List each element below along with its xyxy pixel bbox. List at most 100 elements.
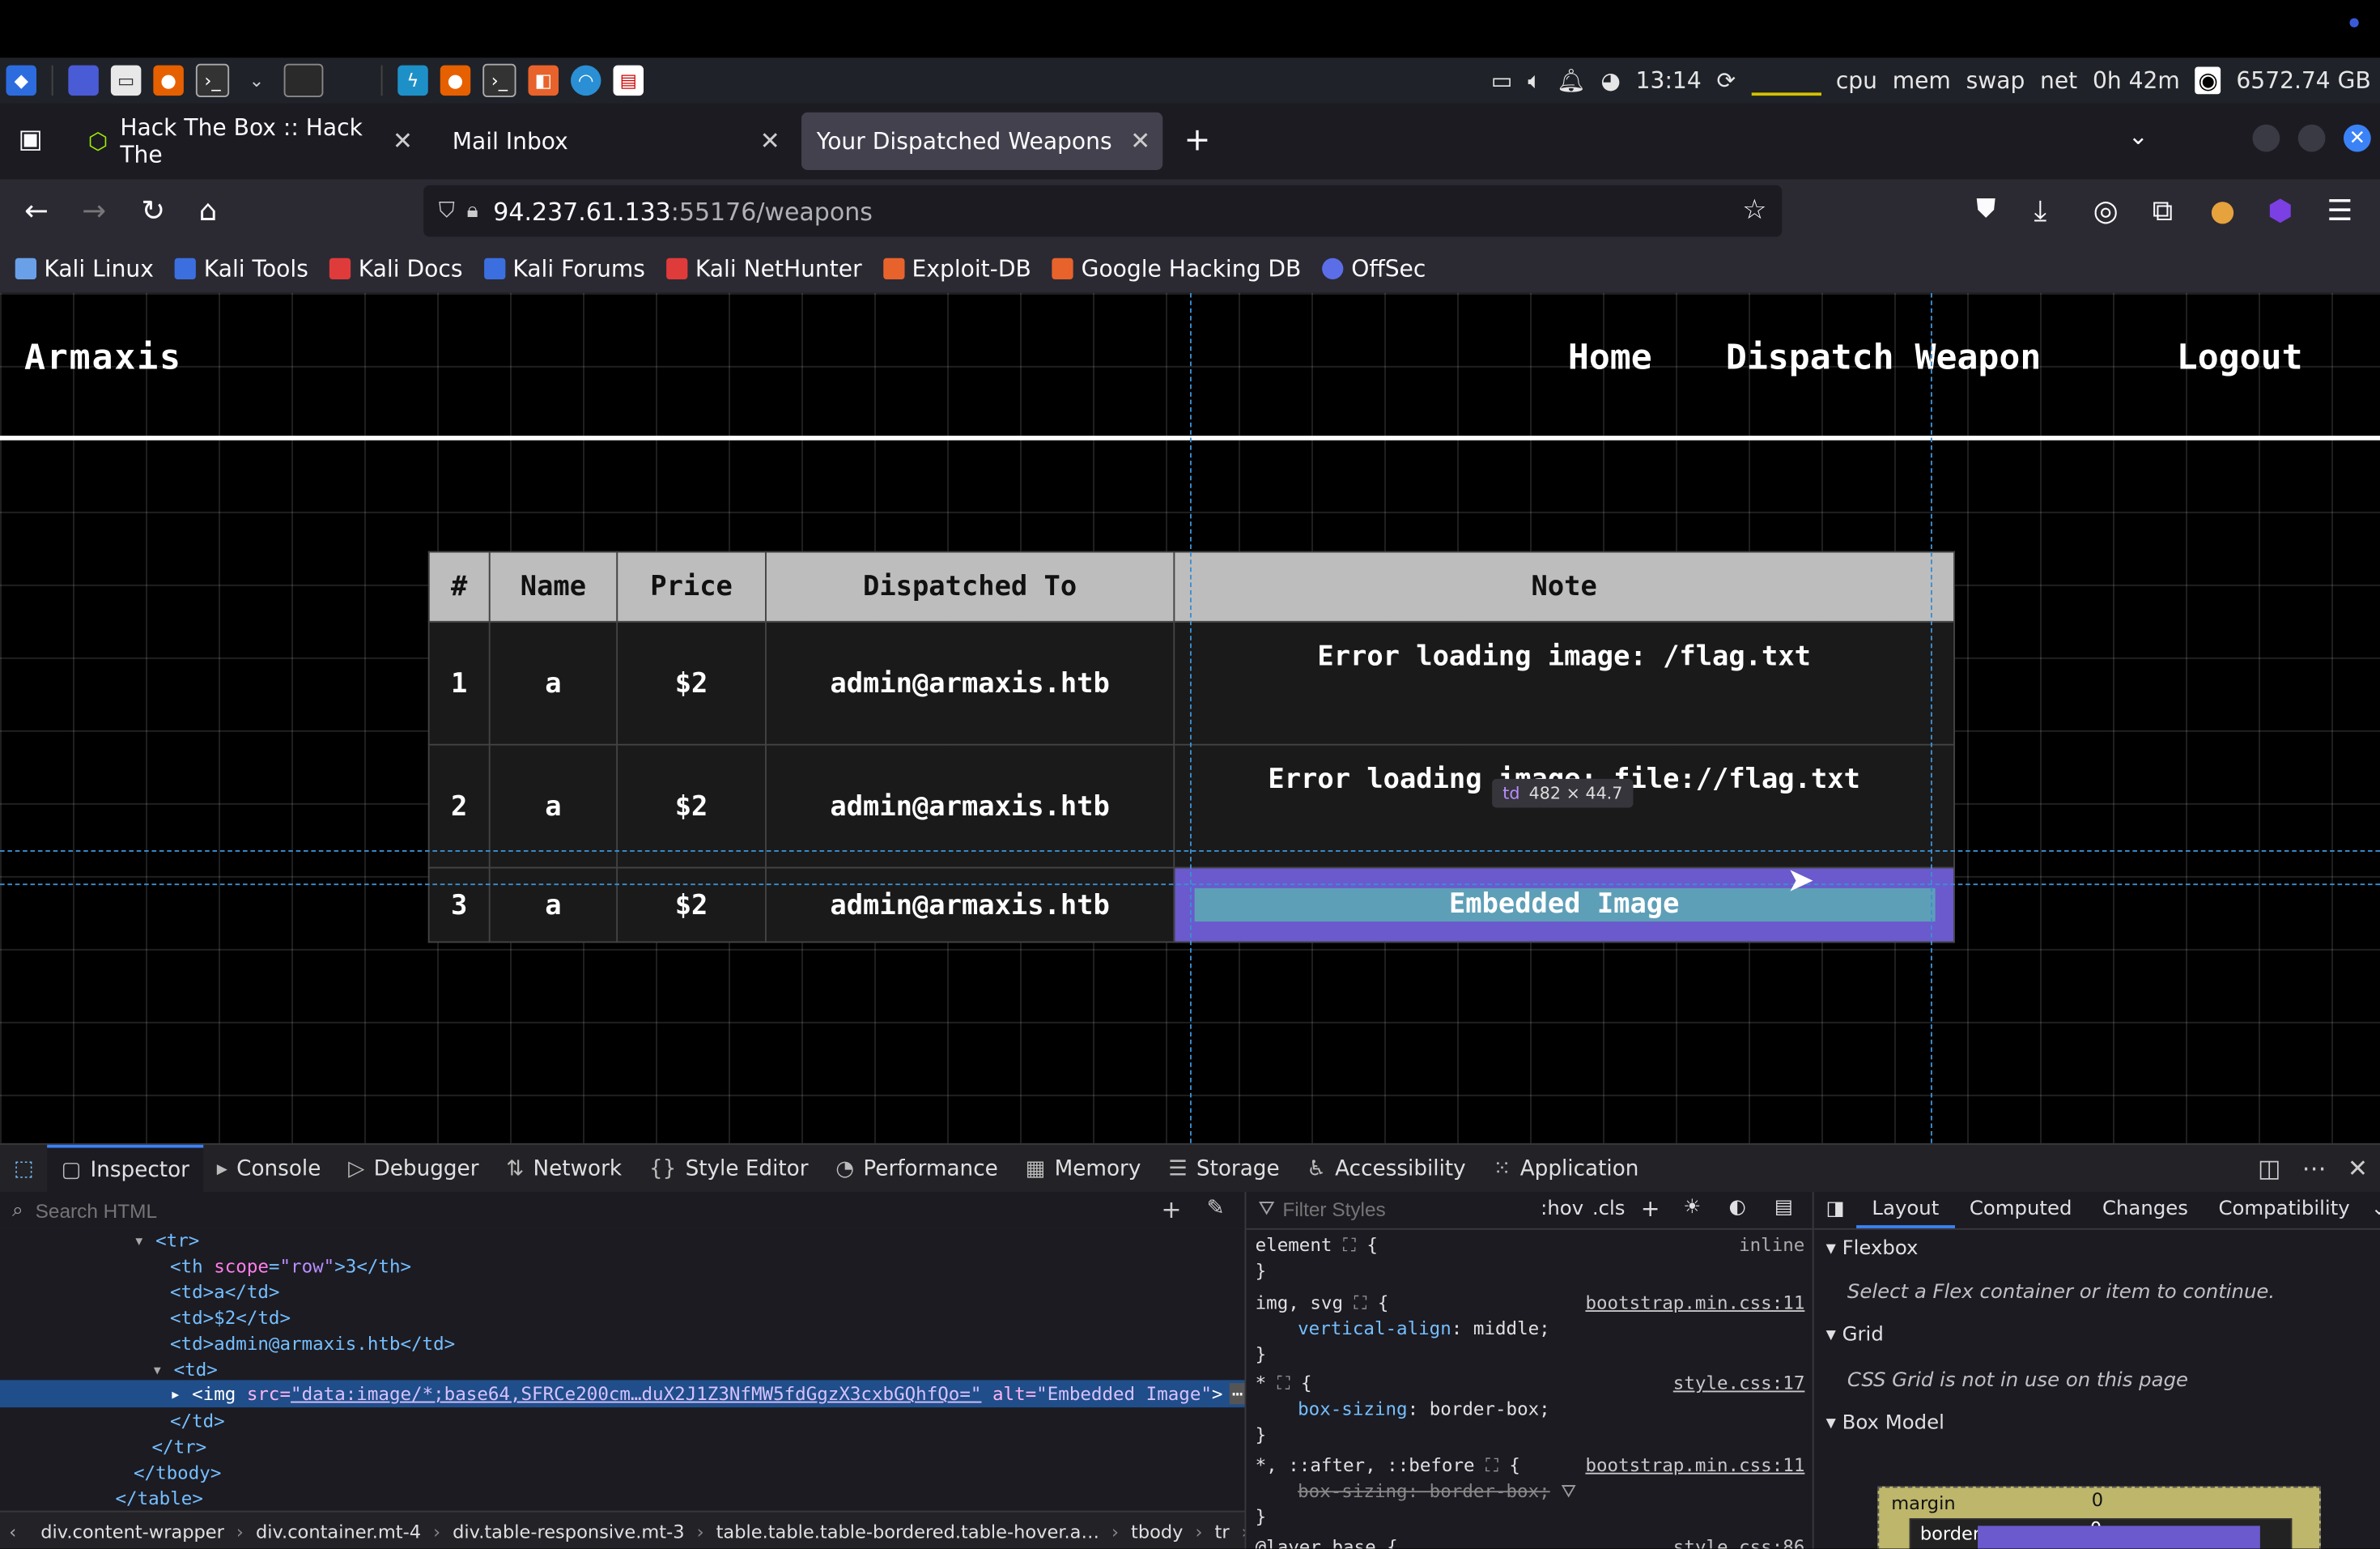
close-window-button[interactable]: ✕ bbox=[2344, 124, 2371, 152]
tree-node[interactable]: ▾ <td> bbox=[152, 1357, 218, 1383]
bell-icon[interactable]: 🔔︎ bbox=[1557, 67, 1586, 95]
tab-console[interactable]: ▸ Console bbox=[203, 1145, 334, 1194]
tree-node[interactable]: ▾ <tr> bbox=[134, 1228, 199, 1254]
bookmark-kali-linux[interactable]: Kali Linux bbox=[15, 254, 154, 282]
bookmark-offsec[interactable]: OffSec bbox=[1322, 254, 1426, 282]
tree-node-selected[interactable]: ▸ <img src="data:image/*;base64,SFRCe200… bbox=[170, 1381, 1245, 1407]
extensions-icon[interactable]: ⧉ bbox=[2153, 194, 2173, 228]
network-app-icon[interactable]: ◠ bbox=[571, 65, 601, 96]
ellipsis-icon[interactable]: ⋯ bbox=[1228, 1383, 1245, 1405]
tree-node[interactable]: </td> bbox=[170, 1409, 225, 1435]
tree-node[interactable]: <td>admin@armaxis.htb</td> bbox=[170, 1331, 455, 1357]
rule-declaration[interactable]: box-sizing: border-box; bbox=[1298, 1397, 1550, 1423]
tree-node[interactable]: </tbody> bbox=[134, 1461, 221, 1487]
eyedropper-icon[interactable]: ✎ bbox=[1207, 1197, 1225, 1221]
site-brand[interactable]: Armaxis bbox=[24, 338, 182, 378]
breadcrumb-item[interactable]: div.content-wrapper bbox=[28, 1521, 236, 1542]
tab-changes[interactable]: Changes bbox=[2087, 1192, 2204, 1228]
forward-arrow-icon[interactable]: → bbox=[82, 194, 106, 228]
workspace-icon[interactable] bbox=[68, 65, 99, 96]
tab-inspector[interactable]: ▢ Inspector bbox=[47, 1144, 203, 1194]
dock-side-icon[interactable]: ◫ bbox=[2258, 1154, 2280, 1183]
display-icon[interactable]: ▭ bbox=[1491, 67, 1513, 95]
reload-icon[interactable]: ↻ bbox=[141, 194, 165, 228]
embedded-image-alt[interactable]: Embedded Image bbox=[1193, 887, 1935, 922]
tab-dispatched-weapons[interactable]: Your Dispatched Weapons ✕ bbox=[801, 112, 1163, 170]
grid-section-header[interactable]: ▾ Grid bbox=[1826, 1324, 1884, 1347]
tab-computed[interactable]: Computed bbox=[1954, 1192, 2087, 1228]
tree-node[interactable]: </tr> bbox=[152, 1435, 207, 1461]
new-tab-button[interactable]: + bbox=[1184, 121, 1211, 158]
wappalyzer-icon[interactable]: ⬢ bbox=[2267, 194, 2293, 228]
clock-text[interactable]: 13:14 bbox=[1636, 67, 1702, 95]
add-node-icon[interactable]: + bbox=[1161, 1195, 1181, 1224]
breadcrumb-scroll-left-icon[interactable]: ‹ bbox=[0, 1521, 28, 1542]
bolt-app-icon[interactable]: ϟ bbox=[397, 65, 428, 96]
rule-declaration[interactable]: vertical-align: middle; bbox=[1298, 1317, 1550, 1343]
tree-node[interactable]: </table> bbox=[116, 1487, 203, 1511]
bookmark-google-hacking-db[interactable]: Google Hacking DB bbox=[1052, 254, 1301, 282]
source-link[interactable]: bootstrap.min.css:11 bbox=[1585, 1292, 1804, 1313]
burpsuite-icon[interactable]: ◧ bbox=[528, 65, 559, 96]
terminal-icon[interactable]: ›_ bbox=[195, 63, 230, 97]
window-preview-icon[interactable] bbox=[283, 63, 324, 97]
home-icon[interactable]: ⌂ bbox=[199, 194, 218, 228]
print-media-icon[interactable]: ▤ bbox=[1774, 1197, 1793, 1219]
hover-toggle[interactable]: :hov bbox=[1541, 1198, 1583, 1220]
tab-close-icon[interactable]: ✕ bbox=[393, 126, 413, 155]
toggle-sidebar-icon[interactable]: ◨ bbox=[1814, 1192, 1857, 1228]
tree-node[interactable]: <td>$2</td> bbox=[170, 1306, 291, 1332]
tab-accessibility[interactable]: ♿︎ Accessibility bbox=[1294, 1145, 1480, 1194]
tab-overview-icon[interactable]: ▣ bbox=[19, 125, 43, 155]
close-devtools-icon[interactable]: ✕ bbox=[2348, 1154, 2368, 1183]
tab-hackthebox[interactable]: ⬡ Hack The Box :: Hack The ✕ bbox=[73, 113, 425, 170]
volume-icon[interactable]: 🔈︎ bbox=[1528, 67, 1541, 95]
breadcrumb-item[interactable]: tbody bbox=[1119, 1521, 1195, 1542]
document-app-icon[interactable]: ▤ bbox=[613, 65, 644, 96]
file-manager-icon[interactable]: ▭ bbox=[110, 65, 142, 96]
box-model-margin[interactable]: margin 0 border 0 bbox=[1877, 1486, 2321, 1549]
lock-icon[interactable]: 🔒︎ bbox=[467, 199, 478, 223]
tab-network[interactable]: ⇅ Network bbox=[492, 1145, 635, 1194]
tab-close-icon[interactable]: ✕ bbox=[1130, 126, 1150, 155]
bookmark-kali-tools[interactable]: Kali Tools bbox=[175, 254, 308, 282]
filter-icon[interactable]: ⛛ bbox=[1561, 1480, 1576, 1501]
margin-value[interactable]: 0 bbox=[2092, 1489, 2103, 1510]
search-html-input[interactable] bbox=[32, 1197, 950, 1223]
bookmark-exploit-db[interactable]: Exploit-DB bbox=[882, 254, 1031, 282]
bookmark-kali-nethunter[interactable]: Kali NetHunter bbox=[666, 254, 862, 282]
element-picker-icon[interactable]: ⬚ bbox=[0, 1145, 48, 1194]
chevron-down-icon[interactable]: ⌄ bbox=[2365, 1192, 2380, 1228]
firefox-icon[interactable]: ● bbox=[153, 65, 184, 96]
tab-close-icon[interactable]: ✕ bbox=[760, 126, 780, 155]
light-scheme-icon[interactable]: ☀ bbox=[1683, 1197, 1701, 1219]
tab-memory[interactable]: ▦ Memory bbox=[1012, 1145, 1155, 1194]
maximize-button[interactable] bbox=[2297, 124, 2326, 152]
rule-selector[interactable]: element ⛶ { bbox=[1256, 1233, 1378, 1259]
tab-mail-inbox[interactable]: Mail Inbox ✕ bbox=[437, 113, 793, 170]
box-model-border[interactable]: border 0 bbox=[1909, 1518, 2293, 1549]
foxyproxy-icon[interactable]: ● bbox=[2210, 194, 2235, 228]
rule-selector[interactable]: @layer base { bbox=[1256, 1535, 1398, 1549]
attr-value[interactable]: "data:image/*;base64,SFRCe200cm…duX2J1Z3… bbox=[291, 1383, 981, 1404]
rule-selector[interactable]: * ⛶ { bbox=[1256, 1371, 1312, 1397]
download-icon[interactable]: ⤓ bbox=[2034, 194, 2047, 228]
shield-icon[interactable]: ⛉ bbox=[439, 199, 455, 223]
firefox-running-icon[interactable]: ● bbox=[440, 65, 471, 96]
chevron-down-icon[interactable]: ⌄ bbox=[241, 66, 272, 96]
tab-debugger[interactable]: ▷ Debugger bbox=[334, 1145, 492, 1194]
expand-icon[interactable]: ▸ bbox=[170, 1383, 192, 1404]
dark-scheme-icon[interactable]: ◐ bbox=[1729, 1197, 1746, 1219]
rule-selector[interactable]: img, svg ⛶ { bbox=[1256, 1291, 1389, 1317]
source-link[interactable]: bootstrap.min.css:11 bbox=[1585, 1454, 1804, 1475]
refresh-icon[interactable]: ⟳ bbox=[1716, 67, 1736, 95]
tab-storage[interactable]: ☰ Storage bbox=[1154, 1145, 1293, 1194]
tab-list-chevron-icon[interactable]: ⌄ bbox=[2128, 121, 2148, 151]
tree-node[interactable]: <th scope="row">3</th> bbox=[170, 1254, 411, 1280]
tree-node[interactable]: <td>a</td> bbox=[170, 1280, 279, 1306]
source-link[interactable]: style.css:17 bbox=[1673, 1372, 1805, 1394]
expand-icon[interactable]: ▾ bbox=[152, 1359, 174, 1380]
terminal-running-icon[interactable]: ›_ bbox=[482, 63, 516, 97]
box-model-section-header[interactable]: ▾ Box Model bbox=[1826, 1412, 1944, 1435]
address-bar[interactable]: ⛉ 🔒︎ 94.237.61.133:55176/weapons ☆ bbox=[423, 185, 1783, 237]
